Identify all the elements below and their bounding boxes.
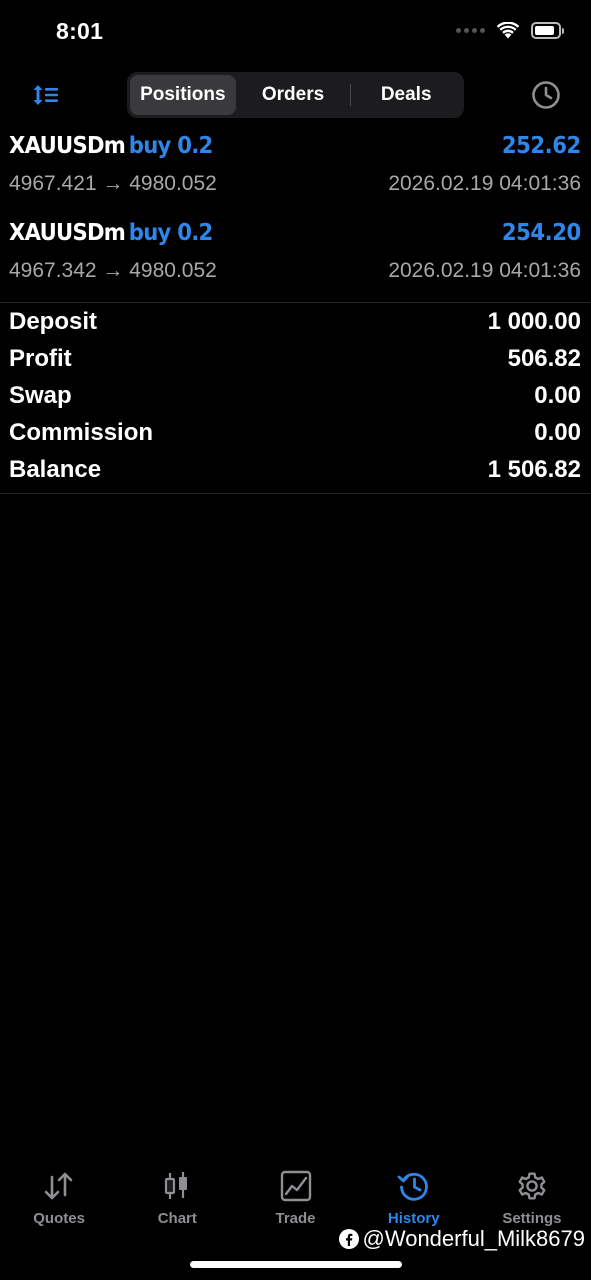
gear-icon [518, 1172, 546, 1200]
summary-row-swap: Swap 0.00 [0, 378, 591, 415]
summary-label: Commission [9, 418, 154, 446]
status-icons [456, 22, 564, 39]
top-toolbar: Positions Orders Deals [0, 72, 591, 118]
home-indicator[interactable] [190, 1261, 402, 1268]
tab-label: Settings [502, 1210, 562, 1227]
tab-positions[interactable]: Positions [130, 75, 236, 115]
period-button[interactable] [529, 78, 563, 112]
tab-label: Quotes [33, 1210, 85, 1227]
tab-label: Chart [157, 1210, 197, 1227]
watermark-text: @Wonderful_Milk8679 [362, 1226, 585, 1251]
facebook-logo-icon [338, 1229, 359, 1249]
deal-prices: 4967.342 → 4980.052 [9, 259, 217, 282]
sort-button[interactable] [30, 80, 62, 110]
summary-value: 506.82 [507, 345, 581, 373]
candlestick-chart-icon [165, 1172, 188, 1199]
battery-level [535, 26, 554, 35]
tab-deals[interactable]: Deals [351, 75, 461, 115]
tab-chart[interactable]: Chart [118, 1164, 236, 1236]
list-item[interactable]: XAUUSDm buy 0.2 254.20 4967.342 → 4980.05… [0, 215, 591, 302]
deal-time: 2026.02.19 04:01:36 [388, 259, 581, 282]
symbol-name: XAUUSDm [9, 220, 126, 246]
status-bar: 8:01 [0, 0, 591, 64]
summary-label: Profit [9, 345, 72, 373]
divider [0, 302, 591, 303]
summary-value: 0.00 [534, 418, 581, 446]
watermark: @Wonderful_Milk8679 [338, 1226, 585, 1252]
status-time: 8:01 [56, 18, 104, 44]
clock-icon [532, 81, 560, 109]
quotes-arrows-icon [44, 1172, 73, 1200]
summary-row-balance: Balance 1 506.82 [0, 451, 591, 488]
summary-value: 0.00 [534, 381, 581, 409]
deal-profit: 252.62 [502, 133, 581, 159]
deal-time: 2026.02.19 04:01:36 [388, 172, 581, 195]
deal-prices: 4967.421 → 4980.052 [9, 172, 217, 195]
deals-list: XAUUSDm buy 0.2 252.62 4967.421 → 4980.05… [0, 128, 591, 303]
history-segmented-control: Positions Orders Deals [127, 72, 464, 118]
wifi-icon [497, 22, 519, 39]
deal-profit: 254.20 [502, 220, 581, 246]
deal-symbol: XAUUSDm buy 0.2 [9, 220, 213, 246]
deal-symbol: XAUUSDm buy 0.2 [9, 133, 213, 159]
summary-row-commission: Commission 0.00 [0, 414, 591, 451]
account-summary: Deposit 1 000.00 Profit 506.82 Swap 0.00… [0, 304, 591, 488]
tab-trade[interactable]: Trade [236, 1164, 354, 1236]
deal-side-volume: buy 0.2 [128, 133, 213, 159]
history-clock-icon [397, 1172, 428, 1201]
list-item[interactable]: XAUUSDm buy 0.2 252.62 4967.421 → 4980.05… [0, 128, 591, 215]
summary-row-deposit: Deposit 1 000.00 [0, 304, 591, 341]
sort-icon [33, 85, 58, 105]
divider [0, 493, 591, 494]
trade-line-chart-icon [280, 1170, 311, 1202]
cellular-signal-icon [456, 28, 485, 33]
summary-value: 1 506.82 [487, 455, 581, 483]
summary-label: Swap [9, 381, 72, 409]
tab-orders[interactable]: Orders [236, 75, 351, 115]
summary-label: Deposit [9, 308, 98, 336]
deal-side-volume: buy 0.2 [128, 220, 213, 246]
tab-label: History [387, 1210, 440, 1227]
summary-row-profit: Profit 506.82 [0, 341, 591, 378]
tab-quotes[interactable]: Quotes [0, 1164, 118, 1236]
battery-icon [531, 22, 564, 39]
summary-label: Balance [9, 455, 102, 483]
summary-value: 1 000.00 [487, 308, 581, 336]
tab-label: Trade [275, 1210, 316, 1227]
symbol-name: XAUUSDm [9, 133, 126, 159]
